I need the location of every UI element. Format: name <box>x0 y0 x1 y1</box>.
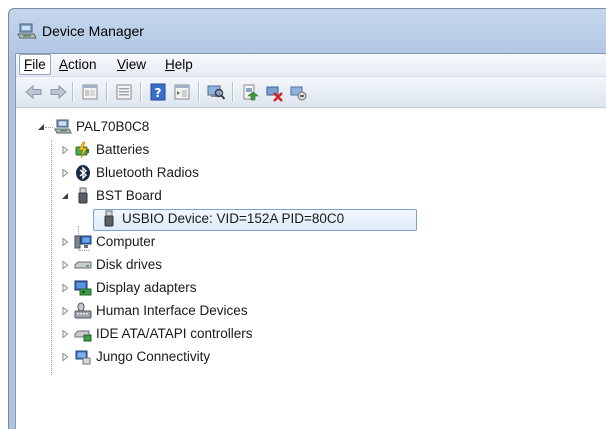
show-hidden-icon[interactable] <box>114 82 134 102</box>
uninstall-device-icon[interactable] <box>288 82 308 102</box>
tree-root[interactable]: PAL70B0C8 <box>16 116 436 138</box>
tree-item-label: Jungo Connectivity <box>96 349 211 364</box>
client-area: File Action View Help ? PAL70B0C8 Batter… <box>15 53 606 429</box>
device-manager-icon <box>17 23 37 39</box>
tree-item-label: Computer <box>96 234 156 249</box>
tree-item-label: Bluetooth Radios <box>96 165 199 180</box>
back-arrow-icon[interactable] <box>24 82 44 102</box>
tree-item-label: Batteries <box>96 142 150 157</box>
jungo-icon <box>75 350 91 365</box>
title-bar[interactable]: Device Manager <box>9 9 606 53</box>
toolbar-separator <box>72 82 74 102</box>
tree-item-bluetooth-radios[interactable]: Bluetooth Radios <box>16 162 436 184</box>
tree-item-ide-ata-atapi-controllers[interactable]: IDE ATA/ATAPI controllers <box>16 323 436 345</box>
display-adapter-icon <box>74 280 92 296</box>
disk-drive-icon <box>74 261 92 269</box>
svg-text:?: ? <box>155 86 162 100</box>
tree-root-label: PAL70B0C8 <box>76 119 150 134</box>
menu-help[interactable]: Help <box>161 54 197 75</box>
hid-icon <box>74 302 92 319</box>
toolbar-separator <box>198 82 200 102</box>
expand-triangle-icon[interactable] <box>60 168 70 178</box>
tree-item-jungo-connectivity[interactable]: Jungo Connectivity <box>16 346 436 368</box>
scan-hardware-icon[interactable] <box>206 82 226 102</box>
toolbar-separator <box>106 82 108 102</box>
menu-view[interactable]: View <box>113 54 150 75</box>
menu-bar: File Action View Help <box>16 54 606 77</box>
menu-file[interactable]: File <box>19 54 51 75</box>
toolbar: ? <box>16 77 606 108</box>
expand-triangle-icon[interactable] <box>60 237 70 247</box>
expand-triangle-icon[interactable] <box>60 306 70 316</box>
help-icon[interactable]: ? <box>148 82 168 102</box>
tree-item-label: IDE ATA/ATAPI controllers <box>96 326 253 341</box>
tree-item-display-adapters[interactable]: Display adapters <box>16 277 436 299</box>
device-manager-window: Device Manager File Action View Help ? P… <box>8 8 606 429</box>
tree-item-bst-board[interactable]: BST Board <box>16 185 436 207</box>
battery-icon <box>75 141 89 159</box>
tree-item-label: Disk drives <box>96 257 163 272</box>
tree-item-batteries[interactable]: Batteries <box>16 139 436 161</box>
expand-triangle-icon[interactable] <box>60 352 70 362</box>
bluetooth-icon <box>76 165 90 181</box>
menu-action[interactable]: Action <box>55 54 101 75</box>
usb-plug-icon <box>104 210 114 227</box>
tree-item-human-interface-devices[interactable]: Human Interface Devices <box>16 300 436 322</box>
device-tree: PAL70B0C8 Batteries Bluetooth Radios BST… <box>16 110 606 429</box>
forward-arrow-icon[interactable] <box>48 82 68 102</box>
collapse-triangle-icon[interactable] <box>36 122 46 132</box>
tree-item-label: Human Interface Devices <box>96 303 248 318</box>
tree-item-usbio-device[interactable]: USBIO Device: VID=152A PID=80C0 <box>16 208 436 230</box>
properties-icon[interactable] <box>80 82 100 102</box>
computer-root-icon <box>54 119 72 134</box>
expand-triangle-icon[interactable] <box>60 260 70 270</box>
window-title: Device Manager <box>42 23 144 39</box>
collapse-triangle-icon[interactable] <box>60 191 70 201</box>
tree-item-computer[interactable]: Computer <box>16 231 436 253</box>
ide-controller-icon <box>74 330 92 342</box>
computer-icon <box>74 235 92 249</box>
expand-triangle-icon[interactable] <box>60 283 70 293</box>
action-pane-icon[interactable] <box>172 82 192 102</box>
toolbar-separator <box>232 82 234 102</box>
expand-triangle-icon[interactable] <box>60 145 70 155</box>
usb-plug-icon <box>78 187 88 204</box>
expand-triangle-icon[interactable] <box>60 329 70 339</box>
tree-item-label: BST Board <box>96 188 162 203</box>
toolbar-separator <box>140 82 142 102</box>
disable-device-icon[interactable] <box>264 82 284 102</box>
tree-item-label: USBIO Device: VID=152A PID=80C0 <box>122 211 345 226</box>
update-driver-icon[interactable] <box>240 82 260 102</box>
tree-item-disk-drives[interactable]: Disk drives <box>16 254 436 276</box>
tree-item-label: Display adapters <box>96 280 197 295</box>
